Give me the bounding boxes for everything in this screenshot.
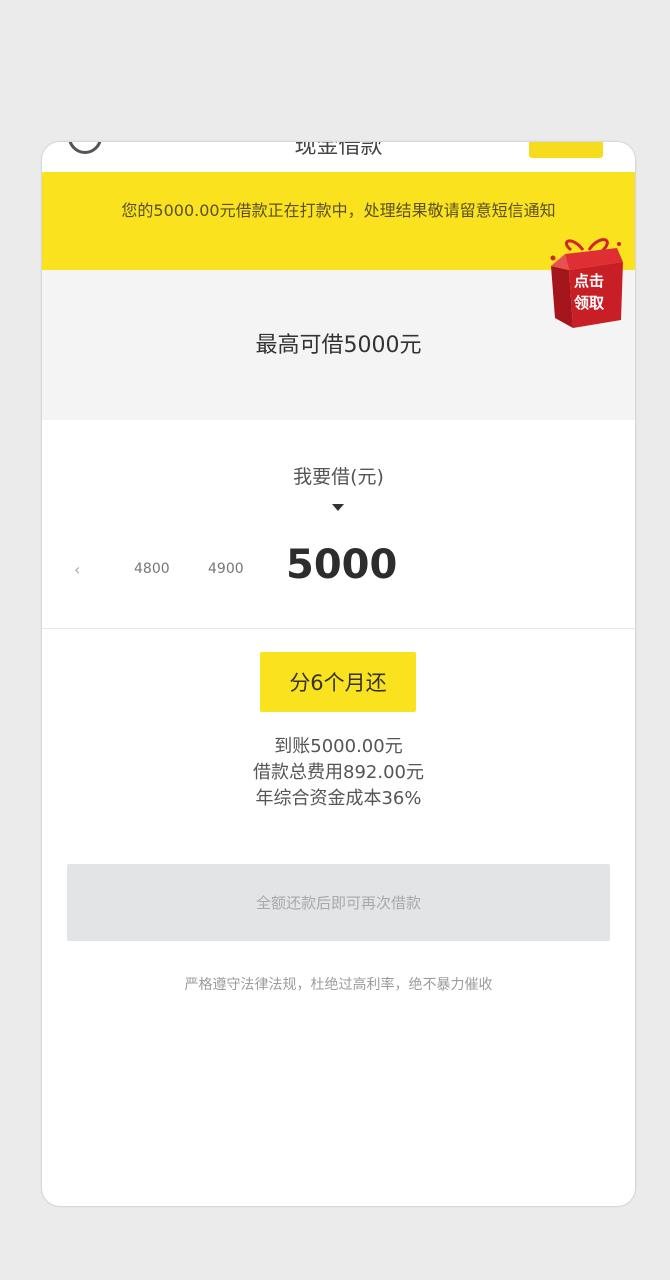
max-limit-text: 最高可借5000元 [255, 333, 422, 358]
divider [42, 628, 635, 629]
phone-screen: 现金借款 您的5000.00元借款正在打款中，处理结果敬请留意短信通知 最高可借… [42, 142, 635, 1206]
amount-label: 我要借(元) [293, 466, 384, 488]
amount-option[interactable]: 4900 [208, 561, 244, 577]
total-fee-text: 借款总费用892.00元 [253, 762, 424, 783]
selected-amount[interactable]: 5000 [286, 542, 397, 588]
scroll-left-icon[interactable]: ‹ [74, 560, 80, 579]
amount-selector: 我要借(元) ‹ 4800 4900 5000 [42, 420, 635, 628]
top-right-button[interactable] [529, 142, 603, 158]
amount-option[interactable]: 4800 [134, 561, 170, 577]
annual-cost-text: 年综合资金成本36% [255, 788, 422, 809]
payout-amount-text: 到账5000.00元 [274, 736, 403, 757]
gift-label-line-1: 点击 [574, 272, 604, 290]
gift-promo-badge[interactable]: 点击 领取 [543, 228, 629, 328]
footer-note: 严格遵守法律法规，杜绝过高利率，绝不暴力催收 [184, 977, 493, 993]
repay-button[interactable]: 全额还款后即可再次借款 [67, 864, 610, 941]
notice-text: 您的5000.00元借款正在打款中，处理结果敬请留意短信通知 [121, 201, 556, 220]
gift-label-line-2: 领取 [573, 294, 605, 312]
pointer-icon [332, 504, 344, 511]
top-bar: 现金借款 [42, 142, 635, 172]
installment-button[interactable]: 分6个月还 [260, 652, 416, 712]
gift-icon: 点击 领取 [550, 238, 623, 328]
